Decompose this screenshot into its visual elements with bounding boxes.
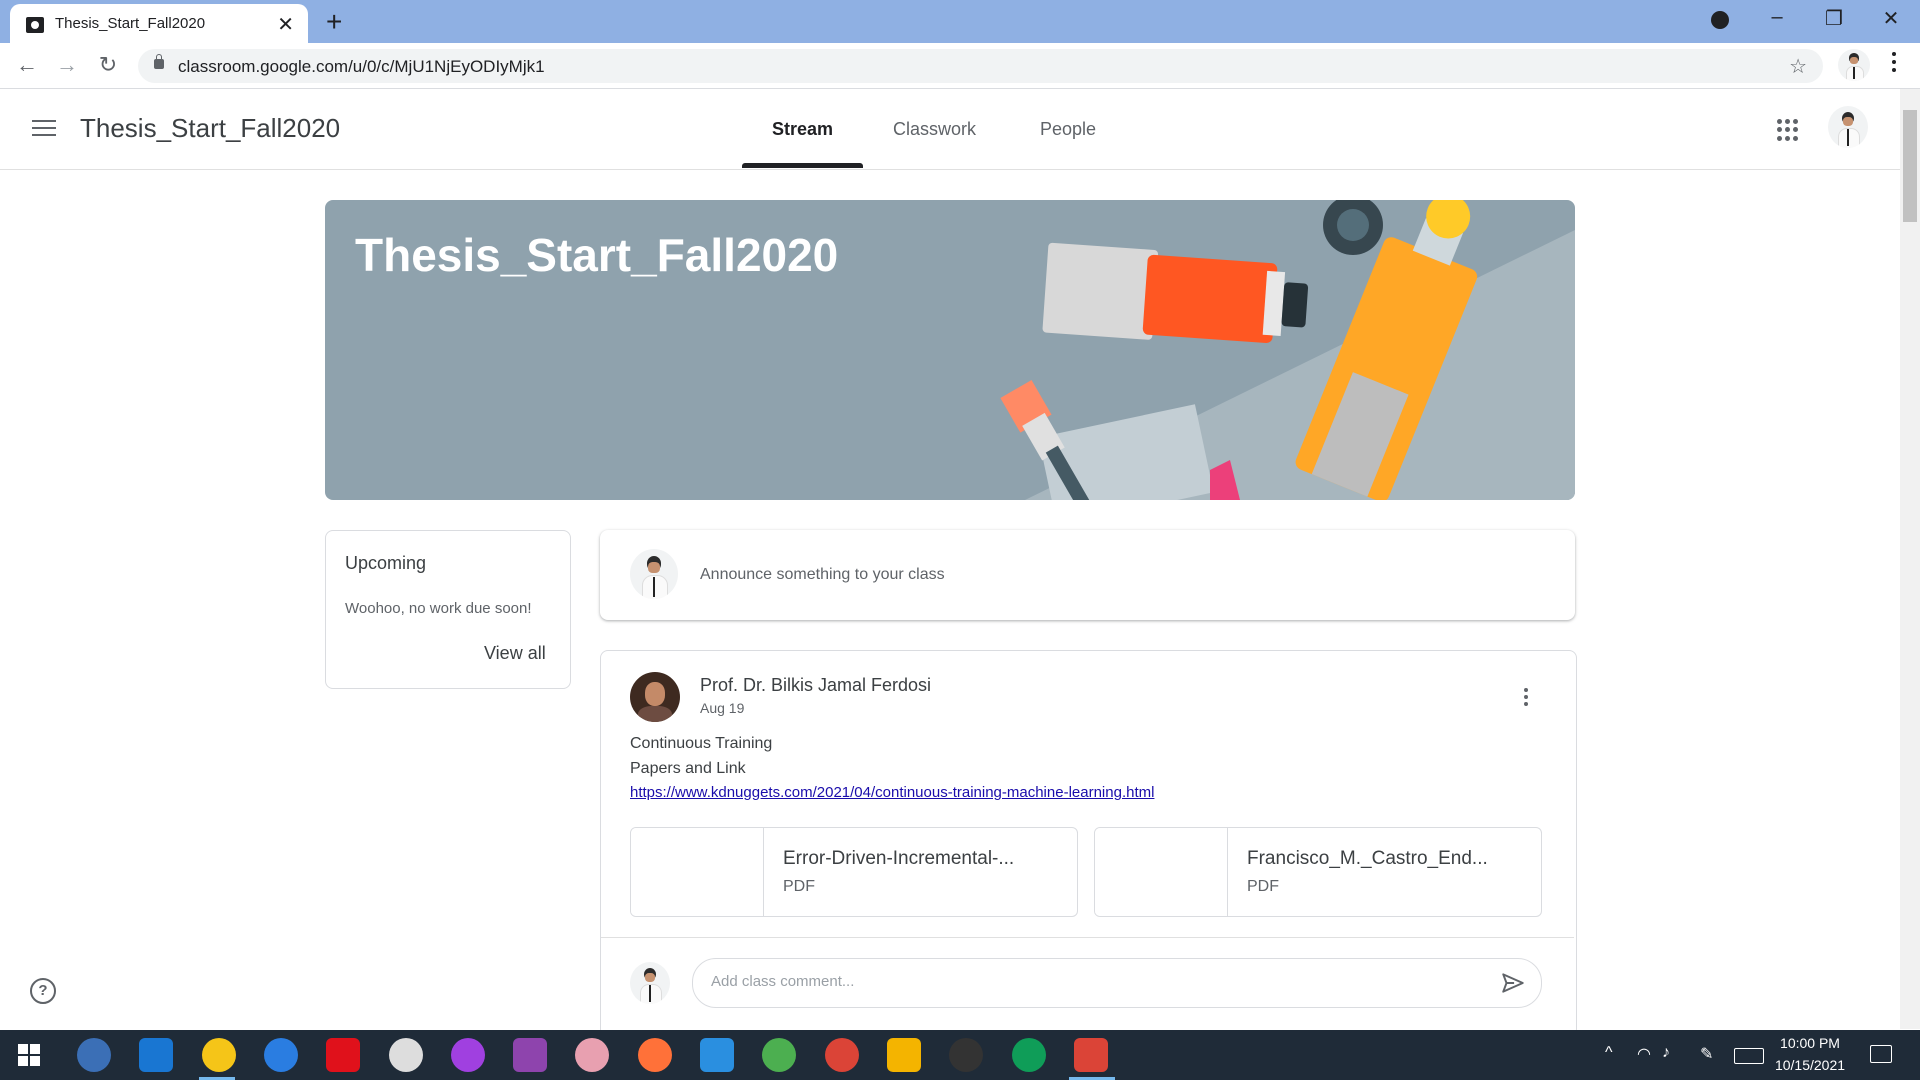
post-text-line: Papers and Link bbox=[630, 760, 746, 777]
browser-menu-icon[interactable] bbox=[1892, 52, 1898, 76]
chrome-active-icon[interactable] bbox=[1073, 1038, 1108, 1072]
clock-time[interactable]: 10:00 PM bbox=[1770, 1035, 1850, 1051]
firefox-icon[interactable] bbox=[637, 1038, 672, 1072]
attachment-card[interactable]: Francisco_M._Castro_End... PDF bbox=[1094, 827, 1542, 917]
tab-close-icon[interactable]: ✕ bbox=[277, 12, 294, 37]
pen-icon[interactable]: ✎ bbox=[1700, 1044, 1713, 1064]
app-icon[interactable] bbox=[388, 1038, 423, 1072]
volume-icon[interactable]: ♪ bbox=[1662, 1044, 1670, 1062]
help-icon[interactable]: ? bbox=[30, 978, 56, 1004]
messenger-icon[interactable] bbox=[450, 1038, 485, 1072]
lock-icon bbox=[154, 54, 164, 69]
page-scrollbar[interactable] bbox=[1900, 89, 1920, 1029]
restore-icon[interactable]: ❐ bbox=[1814, 6, 1854, 31]
qbittorrent-icon[interactable] bbox=[77, 1038, 111, 1072]
active-tab-indicator bbox=[742, 163, 863, 168]
scrollbar-thumb[interactable] bbox=[1903, 110, 1917, 222]
chrome-icon[interactable] bbox=[824, 1038, 859, 1072]
attachment-type: PDF bbox=[1247, 878, 1279, 895]
account-avatar[interactable] bbox=[1828, 106, 1868, 148]
address-bar[interactable]: classroom.google.com/u/0/c/MjU1NjEyODIyM… bbox=[138, 49, 1823, 83]
bookmark-star-icon[interactable]: ☆ bbox=[1789, 54, 1807, 79]
clock-date[interactable]: 10/15/2021 bbox=[1770, 1057, 1850, 1073]
upcoming-message: Woohoo, no work due soon! bbox=[345, 600, 532, 617]
comment-placeholder[interactable]: Add class comment... bbox=[711, 973, 854, 990]
upcoming-title: Upcoming bbox=[345, 553, 427, 573]
tab-stream[interactable]: Stream bbox=[772, 119, 833, 140]
terminal-icon[interactable] bbox=[949, 1038, 984, 1072]
attachment-thumbnail bbox=[1095, 828, 1228, 916]
announce-placeholder[interactable]: Announce something to your class bbox=[700, 566, 945, 584]
post-author[interactable]: Prof. Dr. Bilkis Jamal Ferdosi bbox=[700, 675, 931, 696]
class-title[interactable]: Thesis_Start_Fall2020 bbox=[80, 113, 340, 144]
profile-dropdown-icon[interactable] bbox=[1711, 11, 1729, 29]
back-icon[interactable]: ← bbox=[12, 52, 42, 78]
browser-tab-title: Thesis_Start_Fall2020 bbox=[55, 15, 206, 32]
attachment-card[interactable]: Error-Driven-Incremental-... PDF bbox=[630, 827, 1078, 917]
view-all-link[interactable]: View all bbox=[484, 643, 546, 664]
classroom-favicon-icon bbox=[26, 17, 44, 33]
comment-divider bbox=[601, 937, 1574, 938]
network-icon[interactable]: ◠ bbox=[1637, 1044, 1651, 1064]
tab-classwork[interactable]: Classwork bbox=[893, 119, 976, 140]
chrome-profile-icon[interactable] bbox=[1011, 1038, 1046, 1072]
forward-icon[interactable]: → bbox=[52, 52, 82, 78]
commenter-avatar bbox=[630, 962, 670, 1004]
reload-icon[interactable]: ↻ bbox=[93, 52, 123, 78]
notifications-icon[interactable] bbox=[1870, 1045, 1892, 1063]
author-avatar bbox=[630, 672, 680, 722]
opera-icon[interactable] bbox=[326, 1038, 361, 1072]
tab-people[interactable]: People bbox=[1040, 119, 1096, 140]
browser-profile-avatar[interactable] bbox=[1838, 49, 1870, 81]
attachment-name: Error-Driven-Incremental-... bbox=[783, 848, 1015, 869]
user-avatar bbox=[630, 549, 678, 599]
banner-class-title[interactable]: Thesis_Start_Fall2020 bbox=[355, 228, 838, 282]
edge-icon[interactable] bbox=[139, 1038, 174, 1072]
windows-start-icon[interactable] bbox=[18, 1044, 40, 1066]
google-apps-icon[interactable] bbox=[1777, 119, 1799, 141]
mail-icon[interactable] bbox=[263, 1038, 298, 1072]
post-link[interactable]: https://www.kdnuggets.com/2021/04/contin… bbox=[630, 784, 1154, 801]
post-text-line: Continuous Training bbox=[630, 735, 773, 752]
github-desktop-icon[interactable] bbox=[513, 1038, 548, 1072]
keyboard-icon[interactable] bbox=[1734, 1048, 1764, 1064]
send-icon[interactable] bbox=[1500, 970, 1526, 996]
browser-tab[interactable]: Thesis_Start_Fall2020 ✕ bbox=[10, 4, 308, 43]
attachment-thumbnail bbox=[631, 828, 764, 916]
vscode-icon[interactable] bbox=[700, 1038, 734, 1072]
window-close-icon[interactable]: ✕ bbox=[1871, 6, 1911, 31]
more-options-icon[interactable] bbox=[1524, 688, 1530, 710]
file-explorer-icon[interactable] bbox=[201, 1038, 236, 1072]
attachment-type: PDF bbox=[783, 878, 815, 895]
tray-chevron-icon[interactable]: ^ bbox=[1605, 1044, 1613, 1062]
hamburger-menu-icon[interactable] bbox=[32, 120, 56, 138]
attachment-name: Francisco_M._Castro_End... bbox=[1247, 848, 1488, 869]
url-text[interactable]: classroom.google.com/u/0/c/MjU1NjEyODIyM… bbox=[178, 57, 545, 77]
chrome-icon-2[interactable] bbox=[886, 1038, 921, 1072]
post-date[interactable]: Aug 19 bbox=[700, 700, 744, 716]
minimize-icon[interactable]: – bbox=[1757, 6, 1797, 29]
new-tab-icon[interactable]: + bbox=[326, 6, 342, 38]
